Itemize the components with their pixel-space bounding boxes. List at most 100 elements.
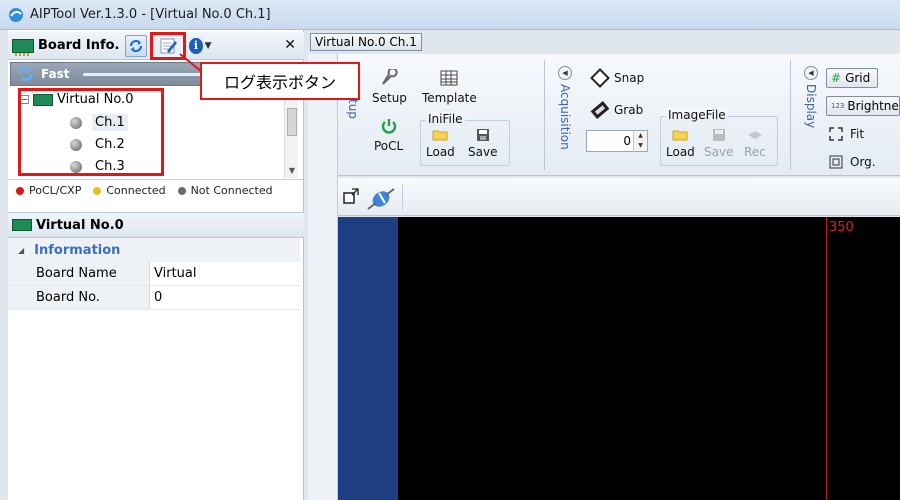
tree-item-ch2[interactable]: Ch.2 — [70, 136, 128, 153]
document-area: Virtual No.0 Ch.1 Op ◀ Setup Setup Templ… — [307, 30, 900, 500]
record-icon — [745, 128, 765, 142]
setup-button[interactable]: Setup — [372, 68, 407, 105]
inifile-title: IniFile — [426, 112, 465, 126]
template-label: Template — [422, 91, 477, 105]
popout-window-icon[interactable] — [342, 187, 360, 205]
acquisition-group-label: Acquisition — [558, 84, 572, 150]
ini-load-button[interactable]: Load — [426, 128, 455, 159]
frame-count-value[interactable]: 0 — [623, 134, 631, 148]
tree-root-item[interactable]: − Virtual No.0 — [20, 92, 133, 107]
properties-title: Virtual No.0 — [36, 217, 124, 233]
floppy-disk-icon — [709, 128, 729, 142]
display-group-label: Display — [804, 84, 818, 129]
grab-label: Grab — [614, 103, 644, 117]
org-label: Org. — [850, 155, 876, 169]
properties-header: Virtual No.0 — [8, 212, 304, 238]
ini-save-button[interactable]: Save — [468, 128, 497, 159]
pocl-status-icon — [16, 186, 24, 195]
img-save-label: Save — [704, 145, 734, 159]
board-info-title: Board Info. — [38, 38, 120, 53]
fit-label: Fit — [850, 127, 865, 141]
scroll-thumb[interactable] — [287, 108, 297, 136]
stepper-arrows-icon[interactable]: ▲ ▼ — [633, 131, 647, 151]
property-row[interactable]: Board No. 0 — [8, 286, 300, 310]
power-icon — [379, 116, 399, 136]
film-frame-icon — [590, 68, 610, 88]
tree-item-label: Ch.1 — [92, 114, 128, 131]
brightness-toggle-button[interactable]: 123 Brightness — [826, 96, 900, 116]
img-save-button[interactable]: Save — [704, 128, 733, 159]
column-marker-label: 350 — [829, 220, 854, 235]
setup-label: Setup — [372, 91, 407, 105]
title-bar: AIPTool Ver.1.3.0 - [Virtual No.0 Ch.1] — [0, 0, 900, 30]
side-strip: Op — [307, 54, 338, 500]
pocl-label: PoCL — [374, 139, 404, 153]
window-title: AIPTool Ver.1.3.0 - [Virtual No.0 Ch.1] — [30, 7, 271, 22]
property-key: Board No. — [8, 286, 150, 309]
not-connected-status-icon — [177, 186, 186, 195]
board-icon — [12, 38, 34, 56]
grid-label: Grid — [845, 71, 871, 85]
log-button-callout: ログ表示ボタン — [200, 62, 360, 100]
connect-plug-icon[interactable] — [366, 187, 396, 211]
fit-expand-icon — [826, 124, 846, 144]
tree-scrollbar[interactable]: ▲ ▼ — [284, 88, 298, 178]
folder-icon — [430, 128, 450, 142]
property-value[interactable]: 0 — [150, 286, 300, 309]
board-info-panel: Board Info. i ▼ ✕ Fast − Virtual No.0 Ch… — [8, 30, 304, 500]
original-size-icon — [826, 152, 846, 172]
connected-status-icon — [93, 186, 102, 195]
property-grid: ◢ Information Board Name Virtual Board N… — [8, 238, 300, 310]
scroll-down-icon[interactable]: ▼ — [285, 166, 299, 178]
grid-icon: # — [831, 71, 842, 85]
column-marker-line — [826, 217, 827, 500]
not-connected-icon — [70, 116, 82, 129]
tree-item-ch1[interactable]: Ch.1 — [70, 114, 128, 131]
collapse-icon[interactable]: − — [20, 95, 29, 104]
img-load-button[interactable]: Load — [666, 128, 695, 159]
grid-table-icon — [439, 68, 459, 88]
floppy-disk-icon — [473, 128, 493, 142]
fit-button[interactable]: Fit — [826, 124, 864, 144]
property-category[interactable]: ◢ Information — [8, 238, 300, 262]
view-toolbar — [338, 178, 900, 216]
image-left-band — [338, 217, 398, 500]
refresh-button[interactable] — [125, 34, 148, 57]
document-tab[interactable]: Virtual No.0 Ch.1 — [310, 33, 422, 51]
not-connected-icon — [70, 138, 82, 151]
ini-load-label: Load — [426, 145, 455, 159]
grid-toggle-button[interactable]: # Grid — [826, 68, 878, 88]
legend-label: Connected — [106, 184, 166, 197]
board-icon — [33, 93, 53, 106]
legend-label: PoCL/CXP — [29, 184, 82, 197]
close-icon[interactable]: ✕ — [284, 37, 296, 53]
template-button[interactable]: Template — [422, 68, 477, 105]
property-value[interactable]: Virtual — [150, 262, 300, 285]
acquisition-group-toggle-icon[interactable]: ◀ — [558, 66, 572, 80]
tree-root-label: Virtual No.0 — [57, 92, 134, 107]
ini-save-label: Save — [468, 145, 498, 159]
img-load-label: Load — [666, 145, 695, 159]
snap-label: Snap — [614, 71, 645, 85]
film-strip-icon — [590, 100, 610, 120]
category-label: Information — [34, 242, 121, 258]
wrench-icon — [379, 68, 399, 88]
img-rec-button[interactable]: Rec — [744, 128, 766, 159]
org-button[interactable]: Org. — [826, 152, 876, 172]
property-row[interactable]: Board Name Virtual — [8, 262, 300, 286]
brightness-icon: 123 — [831, 102, 845, 110]
grab-button[interactable]: Grab — [590, 100, 643, 120]
snap-button[interactable]: Snap — [590, 68, 644, 88]
image-viewer[interactable]: 350 — [338, 217, 900, 500]
frame-count-stepper[interactable]: 0 ▲ ▼ — [586, 130, 648, 152]
brightness-label: Brightness — [847, 99, 899, 113]
chevron-down-icon: ▼ — [204, 40, 212, 51]
tree-item-label: Ch.2 — [95, 137, 125, 152]
toolbar-separator — [402, 184, 403, 210]
collapse-triangle-icon[interactable]: ◢ — [18, 246, 24, 255]
log-icon — [160, 38, 178, 53]
ribbon-separator — [790, 60, 791, 170]
tree-item-ch3[interactable]: Ch.3 — [70, 158, 128, 175]
pocl-button[interactable]: PoCL — [374, 116, 403, 153]
display-group-toggle-icon[interactable]: ◀ — [804, 66, 818, 80]
